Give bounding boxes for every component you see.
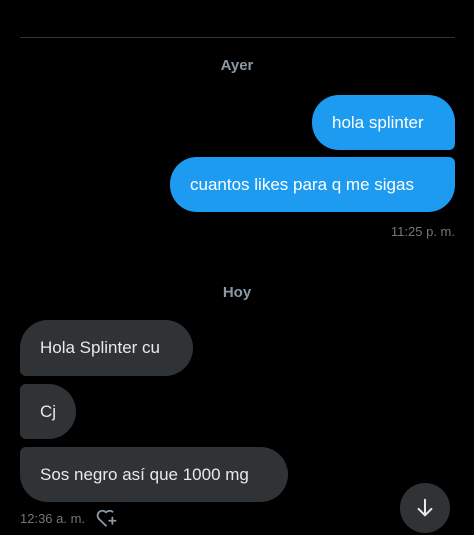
scroll-to-bottom-button[interactable] (400, 483, 450, 533)
message-sent-2[interactable]: cuantos likes para q me sigas (170, 157, 455, 212)
timestamp-sent: 11:25 p. m. (390, 224, 455, 239)
message-sent-1[interactable]: hola splinter (312, 95, 455, 150)
top-divider (20, 37, 455, 38)
add-reaction-button[interactable] (95, 508, 117, 528)
timestamp-received: 12:36 a. m. (20, 511, 86, 526)
heart-plus-icon (96, 509, 117, 527)
message-received-1[interactable]: Hola Splinter cu (20, 320, 193, 376)
message-received-2[interactable]: Cj (20, 384, 76, 439)
message-received-3[interactable]: Sos negro así que 1000 mg (20, 447, 288, 502)
day-separator-ayer: Ayer (220, 57, 254, 74)
arrow-down-icon (417, 498, 433, 517)
day-separator-hoy: Hoy (222, 284, 252, 301)
